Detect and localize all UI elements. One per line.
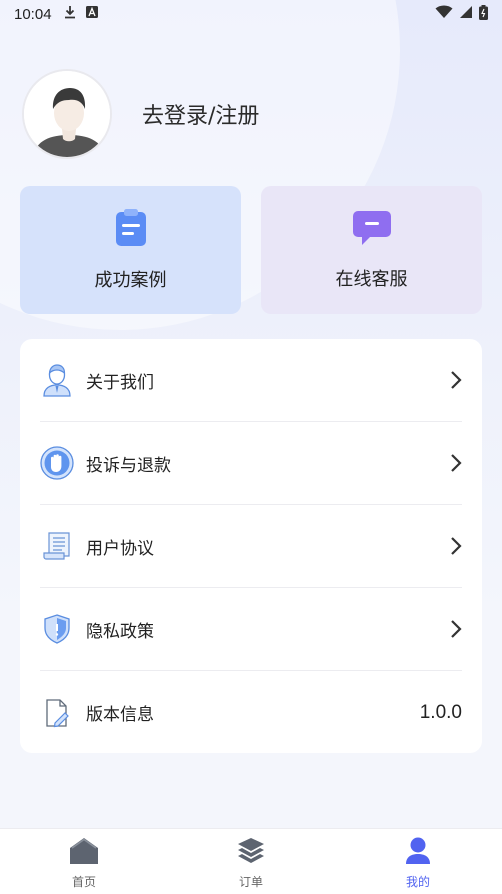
home-icon [69, 837, 99, 869]
layers-icon [236, 837, 266, 869]
settings-menu: 关于我们 投诉与退款 用户协议 隐私政策 版本信息 1.0.0 [20, 339, 482, 753]
font-app-icon [85, 6, 98, 22]
signal-icon [459, 5, 473, 23]
menu-item-label: 用户协议 [86, 538, 154, 559]
tab-label: 我的 [405, 875, 430, 889]
menu-item-label: 版本信息 [86, 705, 154, 725]
status-time: 10:04 [14, 5, 52, 23]
person-icon [40, 363, 74, 397]
hand-icon [40, 446, 74, 480]
tab-orders[interactable]: 订单 [211, 837, 291, 889]
menu-item-user-agreement[interactable]: 用户协议 [40, 505, 462, 588]
tab-mine[interactable]: 我的 [378, 837, 458, 889]
bottom-tab-bar: 首页 订单 我的 [0, 828, 502, 894]
success-cases-card[interactable]: 成功案例 [20, 186, 241, 314]
menu-item-version-info[interactable]: 版本信息 1.0.0 [40, 671, 462, 754]
chevron-right-icon [450, 453, 462, 473]
version-value: 1.0.0 [419, 701, 462, 723]
success-cases-label: 成功案例 [94, 270, 167, 291]
chat-bubble-icon [352, 209, 392, 251]
clipboard-icon [114, 208, 148, 252]
menu-item-complaints-refunds[interactable]: 投诉与退款 [40, 422, 462, 505]
chevron-right-icon [450, 370, 462, 390]
profile-header[interactable]: 去登录/注册 [22, 68, 259, 160]
menu-item-about-us[interactable]: 关于我们 [40, 339, 462, 422]
menu-item-label: 关于我们 [86, 372, 154, 393]
chevron-right-icon [450, 619, 462, 639]
tab-home[interactable]: 首页 [44, 837, 124, 889]
online-service-card[interactable]: 在线客服 [261, 186, 482, 314]
file-edit-icon [40, 696, 74, 730]
user-icon [405, 837, 431, 869]
tab-label: 首页 [71, 875, 96, 889]
menu-item-label: 隐私政策 [86, 621, 154, 642]
download-icon [64, 5, 76, 23]
document-icon [40, 529, 74, 563]
battery-icon [479, 4, 488, 24]
menu-item-privacy-policy[interactable]: 隐私政策 [40, 588, 462, 671]
status-bar: 10:04 [0, 0, 502, 28]
menu-item-label: 投诉与退款 [86, 455, 171, 476]
tab-label: 订单 [238, 875, 263, 889]
quick-cards: 成功案例 在线客服 [20, 186, 482, 314]
chevron-right-icon [450, 536, 462, 556]
wifi-icon [435, 5, 453, 23]
avatar[interactable] [22, 69, 112, 159]
shield-icon [40, 612, 74, 646]
online-service-label: 在线客服 [335, 269, 408, 290]
login-register-link[interactable]: 去登录/注册 [142, 98, 259, 130]
